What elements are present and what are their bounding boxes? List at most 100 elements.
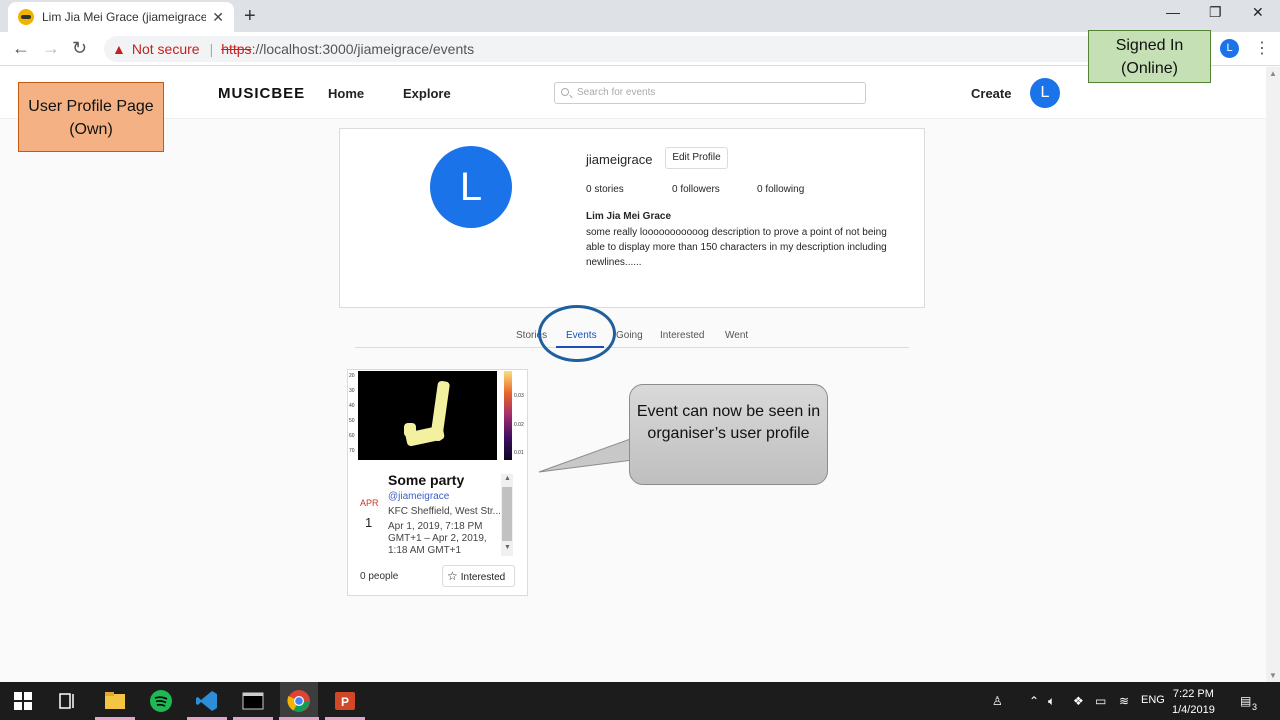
windows-taskbar: P ♙ ⌃ 🔈︎ ❖ ▭ ≋ ENG 7:22 PM 1/4/2019 ▤ 3 (0, 682, 1280, 720)
event-card[interactable]: 20 30 40 50 60 70 0.03 0.02 0.01 APR 1 S… (347, 369, 528, 596)
signed-in-note: Signed In (Online) (1088, 30, 1211, 83)
search-input[interactable]: Search for events (554, 82, 866, 104)
divider: | (209, 41, 214, 57)
powerpoint-icon[interactable]: P (333, 689, 357, 713)
event-title[interactable]: Some party (388, 472, 464, 488)
task-view-icon[interactable] (56, 689, 80, 713)
clock[interactable]: 7:22 PM 1/4/2019 (1172, 686, 1215, 718)
app-header: MUSICBEE Home Explore Search for events … (0, 67, 1266, 119)
star-icon: ☆ (447, 569, 458, 583)
minimize-icon[interactable]: — (1166, 4, 1180, 20)
profile-description: some really looooooooooog description to… (586, 227, 887, 268)
scroll-up-icon[interactable]: ▲ (504, 475, 511, 482)
event-image[interactable] (358, 371, 497, 460)
tab-went[interactable]: Went (725, 330, 748, 341)
svg-text:P: P (341, 695, 349, 709)
action-center-icon[interactable]: ▤ (1240, 694, 1251, 708)
terminal-icon[interactable] (241, 689, 265, 713)
stories-count[interactable]: 0 stories (586, 184, 624, 195)
url-scheme: https (221, 41, 252, 57)
chrome-icon (287, 690, 310, 712)
site-favicon-icon (18, 9, 34, 25)
image-stroke (404, 423, 416, 437)
address-bar[interactable]: ▲ Not secure | https://localhost:3000/ji… (104, 36, 1204, 62)
chrome-taskbar-button[interactable] (280, 682, 318, 720)
event-day: 1 (365, 515, 373, 530)
file-explorer-icon[interactable] (103, 689, 127, 713)
close-window-icon[interactable]: ✕ (1252, 4, 1264, 21)
url-path: ://localhost:3000/jiameigrace/events (251, 41, 475, 57)
page-label-note: User Profile Page (Own) (18, 82, 164, 152)
colorbar-tick: 0.02 (514, 422, 524, 428)
notification-count: 3 (1252, 702, 1258, 712)
close-tab-icon[interactable]: ✕ (212, 9, 224, 26)
callout-tail (538, 437, 633, 473)
scrollbar-thumb[interactable] (502, 487, 512, 541)
vscode-icon[interactable] (195, 689, 219, 713)
colorbar (504, 371, 512, 460)
musicbee-logo[interactable]: MUSICBEE (218, 85, 305, 102)
event-details-scrollbar[interactable]: ▲ ▼ (501, 474, 513, 556)
nav-explore[interactable]: Explore (403, 86, 451, 101)
clock-date: 1/4/2019 (1172, 704, 1215, 716)
followers-count[interactable]: 0 followers (672, 184, 720, 195)
event-people-count: 0 people (360, 571, 399, 582)
forward-icon[interactable]: → (42, 38, 60, 59)
profile-avatar: L (430, 146, 512, 228)
volume-icon[interactable]: 🔈︎ (1048, 694, 1055, 709)
warning-icon: ▲ (112, 41, 126, 57)
search-icon (561, 88, 569, 96)
colorbar-tick: 0.03 (514, 393, 524, 399)
windows-start-icon[interactable] (11, 689, 35, 713)
scroll-up-icon[interactable]: ▲ (1269, 69, 1277, 78)
browser-menu-icon[interactable]: ⋮ (1254, 38, 1270, 58)
following-count[interactable]: 0 following (757, 184, 804, 195)
image-y-tick: 70 (349, 448, 355, 454)
scroll-down-icon[interactable]: ▼ (1269, 671, 1277, 680)
image-y-tick: 20 (349, 373, 355, 379)
image-y-tick: 30 (349, 388, 355, 394)
restore-icon[interactable]: ❐ (1209, 4, 1222, 21)
page-scrollbar[interactable]: ▲ ▼ (1266, 67, 1280, 682)
scroll-down-icon[interactable]: ▼ (504, 544, 511, 551)
clock-time: 7:22 PM (1172, 688, 1214, 700)
back-icon[interactable]: ← (12, 38, 30, 59)
tabs-divider (355, 347, 909, 348)
battery-icon[interactable]: ▭ (1095, 694, 1106, 708)
new-tab-icon[interactable]: + (244, 5, 256, 28)
user-avatar[interactable]: L (1030, 78, 1060, 108)
tab-going[interactable]: Going (616, 330, 643, 341)
event-organiser-handle[interactable]: @jiameigrace (388, 491, 449, 502)
interested-button[interactable]: ☆ Interested (442, 565, 515, 587)
event-time: Apr 1, 2019, 7:18 PM GMT+1 – Apr 2, 2019… (388, 521, 487, 556)
wifi-icon[interactable]: ≋ (1119, 694, 1129, 708)
browser-tabstrip: Lim Jia Mei Grace (jiameigrace) - ✕ + — … (0, 0, 1280, 32)
browser-tab-title: Lim Jia Mei Grace (jiameigrace) - (42, 10, 207, 24)
profile-full-name: Lim Jia Mei Grace (586, 211, 672, 222)
profile-username: jiameigrace (586, 152, 653, 167)
events-tab-highlight-circle (538, 305, 616, 362)
image-y-tick: 50 (349, 418, 355, 424)
explanation-callout: Event can now be seen in organiser’s use… (629, 384, 828, 485)
image-y-tick: 60 (349, 433, 355, 439)
event-month: APR (360, 498, 379, 508)
edit-profile-button[interactable]: Edit Profile (665, 147, 728, 169)
search-placeholder: Search for events (577, 87, 656, 98)
interested-label: Interested (460, 572, 506, 583)
dropbox-icon[interactable]: ❖ (1073, 694, 1084, 708)
show-hidden-icons-icon[interactable]: ⌃ (1029, 694, 1039, 708)
create-link[interactable]: Create (971, 86, 1011, 101)
event-venue: KFC Sheffield, West Str... (388, 506, 500, 517)
nav-home[interactable]: Home (328, 86, 364, 101)
profile-card: L jiameigrace Edit Profile 0 stories 0 f… (339, 128, 925, 308)
reload-icon[interactable]: ↻ (72, 38, 87, 59)
tab-interested[interactable]: Interested (660, 330, 704, 341)
colorbar-tick: 0.01 (514, 450, 524, 456)
people-icon[interactable]: ♙ (992, 694, 1003, 708)
browser-profile-avatar[interactable]: L (1220, 39, 1239, 58)
not-secure-label[interactable]: Not secure (132, 41, 200, 57)
image-y-tick: 40 (349, 403, 355, 409)
spotify-icon[interactable] (149, 689, 173, 713)
language-indicator[interactable]: ENG (1141, 694, 1165, 706)
browser-tab[interactable]: Lim Jia Mei Grace (jiameigrace) - ✕ (8, 2, 234, 32)
